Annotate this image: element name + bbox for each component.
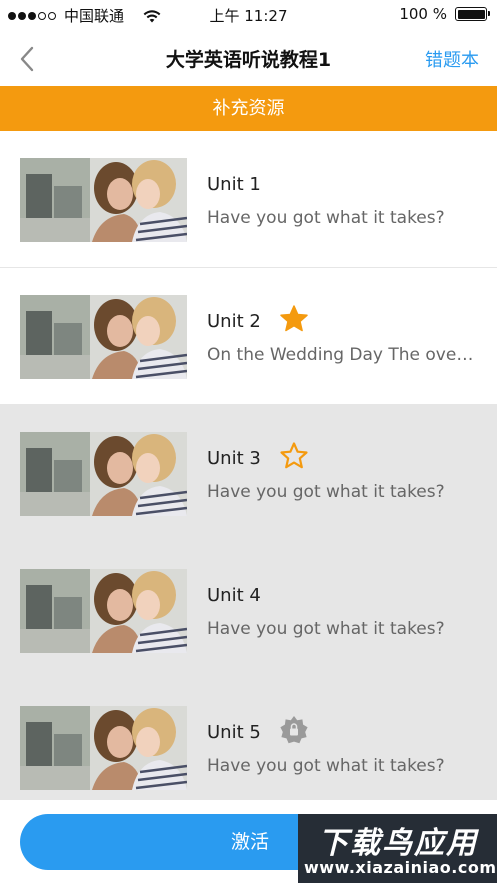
unit-thumbnail [20,569,187,653]
bottom-bar: 激活 下载鸟应用 www.xiazainiao.com [0,800,497,883]
unit-row-3[interactable]: Unit 3 Have you got what it takes? [0,405,497,542]
unit-thumbnail [20,432,187,516]
unit-description: On the Wedding Day The overall... [207,345,479,365]
battery-fill [457,9,485,19]
unit-title: Unit 3 [207,448,261,469]
status-right: 100 % [399,5,490,23]
unit-row-1[interactable]: Unit 1 Have you got what it takes? [0,131,497,268]
status-bar: 中国联通 上午 11:27 100 % [0,0,497,30]
unit-list: Unit 1 Have you got what it takes? Unit … [0,131,497,816]
watermark-logo: 下载鸟应用 www.xiazainiao.com [298,814,497,883]
unit-thumbnail [20,158,187,242]
unit-title: Unit 1 [207,174,261,195]
supplementary-resources-banner[interactable]: 补充资源 [0,86,497,131]
watermark-url: www.xiazainiao.com [304,858,497,877]
unit-row-2[interactable]: Unit 2 On the Wedding Day The overall... [0,268,497,405]
unit-description: Have you got what it takes? [207,482,445,502]
battery-percent: 100 % [399,5,447,23]
watermark-title: 下载鸟应用 [318,826,478,861]
unit-description: Have you got what it takes? [207,756,445,776]
nav-bar: 大学英语听说教程1 错题本 [0,30,497,86]
unit-title: Unit 4 [207,585,261,606]
badge-lock-icon [280,716,308,744]
mistake-book-button[interactable]: 错题本 [425,46,479,72]
star-filled-icon[interactable] [279,304,309,334]
unit-title: Unit 2 [207,311,261,332]
unit-title: Unit 5 [207,722,261,743]
unit-row-5[interactable]: Unit 5 Have you got what it takes? [0,679,497,816]
battery-icon [455,7,490,21]
page-title: 大学英语听说教程1 [165,49,332,71]
chevron-left-icon[interactable] [14,44,44,74]
unit-description: Have you got what it takes? [207,208,445,228]
unit-thumbnail [20,295,187,379]
star-outline-icon[interactable] [279,441,309,471]
unit-row-4[interactable]: Unit 4 Have you got what it takes? [0,542,497,679]
unit-description: Have you got what it takes? [207,619,445,639]
unit-thumbnail [20,706,187,790]
